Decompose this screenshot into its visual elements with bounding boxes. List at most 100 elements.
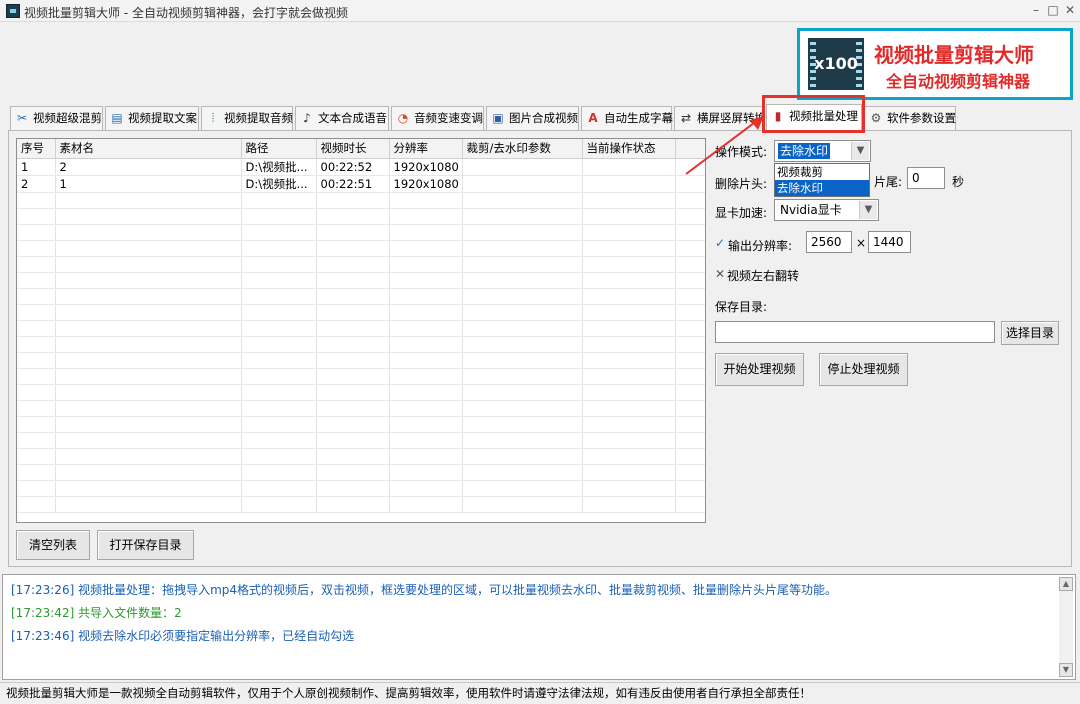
- chevron-down-icon: ▼: [851, 142, 869, 160]
- tab-extract-text[interactable]: ▤ 视频提取文案: [105, 106, 199, 130]
- table-cell: [241, 400, 317, 417]
- table-cell: [462, 496, 583, 513]
- table-cell: [462, 416, 583, 433]
- column-header[interactable]: 序号: [17, 139, 56, 159]
- column-header[interactable]: 视频时长: [316, 139, 390, 159]
- table-cell: [241, 272, 317, 289]
- resolution-width-input[interactable]: 2560: [806, 231, 852, 253]
- table-cell: [17, 400, 56, 417]
- table-row[interactable]: 2 1 D:\视频批... 00:22:51 1920x1080: [17, 175, 705, 193]
- start-process-button[interactable]: 开始处理视频: [715, 353, 804, 386]
- table-cell: [675, 304, 705, 321]
- stop-process-button[interactable]: 停止处理视频: [819, 353, 908, 386]
- table-cell: [389, 336, 463, 353]
- table-cell: [241, 224, 317, 241]
- column-header[interactable]: 当前操作状态: [582, 139, 676, 159]
- table-cell: [675, 320, 705, 337]
- flip-checkbox[interactable]: ✕: [715, 267, 725, 281]
- minimize-button[interactable]: –: [1028, 2, 1044, 18]
- close-button[interactable]: ✕: [1062, 2, 1078, 18]
- save-dir-input[interactable]: [715, 321, 995, 343]
- column-header[interactable]: 裁剪/去水印参数: [462, 139, 583, 159]
- table-cell: [55, 336, 242, 353]
- column-header[interactable]: 素材名: [55, 139, 242, 159]
- empty-row: [17, 272, 705, 289]
- resolution-checkbox[interactable]: ✓: [715, 236, 725, 250]
- flip-label: 视频左右翻转: [727, 269, 800, 283]
- resolution-height-input[interactable]: 1440: [868, 231, 911, 253]
- log-line: [17:23:26] 视频批量处理：拖拽导入mp4格式的视频后，双击视频，框选要…: [11, 583, 838, 597]
- table-cell: [582, 256, 676, 273]
- table-cell: [462, 400, 583, 417]
- column-header[interactable]: 分辨率: [389, 139, 463, 159]
- log-scrollbar[interactable]: ▲ ▼: [1059, 577, 1073, 677]
- mode-option-crop[interactable]: 视频裁剪: [775, 164, 869, 180]
- table-cell: [316, 368, 390, 385]
- table-cell: [675, 224, 705, 241]
- table-cell: [582, 432, 676, 449]
- table-cell: [389, 416, 463, 433]
- tab-audio-speed[interactable]: ◔ 音频变速变调: [391, 106, 484, 130]
- table-cell: [316, 224, 390, 241]
- mode-select-value: 去除水印: [778, 143, 831, 159]
- tab-batch-process[interactable]: ▮ 视频批量处理: [766, 104, 862, 131]
- tab-settings[interactable]: ⚙ 软件参数设置: [864, 106, 956, 130]
- clear-list-button[interactable]: 清空列表: [16, 530, 90, 560]
- table-cell: 00:22:52: [316, 158, 390, 176]
- table-cell: [675, 464, 705, 481]
- table-cell: [675, 416, 705, 433]
- table-cell: [241, 496, 317, 513]
- table-cell: [582, 272, 676, 289]
- table-cell: [675, 240, 705, 257]
- table-cell: [389, 272, 463, 289]
- table-cell: [17, 288, 56, 305]
- table-cell: [17, 224, 56, 241]
- mode-select[interactable]: 去除水印 ▼: [774, 140, 871, 162]
- column-header[interactable]: 路径: [241, 139, 317, 159]
- window-title: 视频批量剪辑大师 - 全自动视频剪辑神器，会打字就会做视频: [24, 6, 348, 20]
- table-cell: [582, 400, 676, 417]
- tab-label: 自动生成字幕: [604, 111, 673, 125]
- title-bar: 视频批量剪辑大师 - 全自动视频剪辑神器，会打字就会做视频 – □ ✕: [0, 0, 1080, 22]
- mode-option-remove-watermark[interactable]: 去除水印: [775, 180, 869, 196]
- log-line: [17:23:46] 视频去除水印必须要指定输出分辨率，已经自动勾选: [11, 629, 355, 643]
- table-cell: [241, 416, 317, 433]
- app-icon: [6, 4, 20, 18]
- trim-tail-input[interactable]: 0: [907, 167, 945, 189]
- table-cell: [462, 256, 583, 273]
- table-cell: [462, 272, 583, 289]
- tab-super-mix[interactable]: ✂ 视频超级混剪: [10, 106, 103, 130]
- select-dir-button[interactable]: 选择目录: [1001, 321, 1059, 345]
- table-cell: [582, 288, 676, 305]
- file-table[interactable]: 序号 素材名 路径 视频时长 分辨率 裁剪/去水印参数 当前操作状态 1 2 D:\视频批...…: [16, 138, 706, 523]
- table-cell: [17, 480, 56, 497]
- table-cell: [17, 320, 56, 337]
- table-cell: [675, 496, 705, 513]
- empty-row: [17, 432, 705, 449]
- maximize-button[interactable]: □: [1045, 2, 1061, 18]
- table-cell: [55, 400, 242, 417]
- mode-dropdown-list[interactable]: 视频裁剪 去除水印: [774, 163, 870, 197]
- open-save-dir-button[interactable]: 打开保存目录: [97, 530, 194, 560]
- table-cell: [17, 464, 56, 481]
- tab-text-to-speech[interactable]: ♪ 文本合成语音: [295, 106, 389, 130]
- empty-row: [17, 304, 705, 321]
- table-cell: [55, 224, 242, 241]
- table-cell: [241, 448, 317, 465]
- document-icon: ▤: [111, 111, 123, 125]
- scroll-down-icon[interactable]: ▼: [1059, 663, 1073, 677]
- tab-auto-subtitle[interactable]: A 自动生成字幕: [581, 106, 673, 130]
- gpu-select[interactable]: Nvidia显卡 ▼: [774, 199, 879, 221]
- table-cell: [389, 208, 463, 225]
- table-cell: [582, 384, 676, 401]
- table-cell: [389, 432, 463, 449]
- tab-extract-audio[interactable]: ⦙ 视频提取音频: [201, 106, 293, 130]
- tab-label: 图片合成视频: [509, 111, 578, 125]
- table-row[interactable]: 1 2 D:\视频批... 00:22:52 1920x1080: [17, 158, 705, 176]
- table-cell: [582, 496, 676, 513]
- table-cell: [17, 240, 56, 257]
- scroll-up-icon[interactable]: ▲: [1059, 577, 1073, 591]
- tab-image-to-video[interactable]: ▣ 图片合成视频: [486, 106, 579, 130]
- table-cell: [17, 368, 56, 385]
- table-cell: [17, 448, 56, 465]
